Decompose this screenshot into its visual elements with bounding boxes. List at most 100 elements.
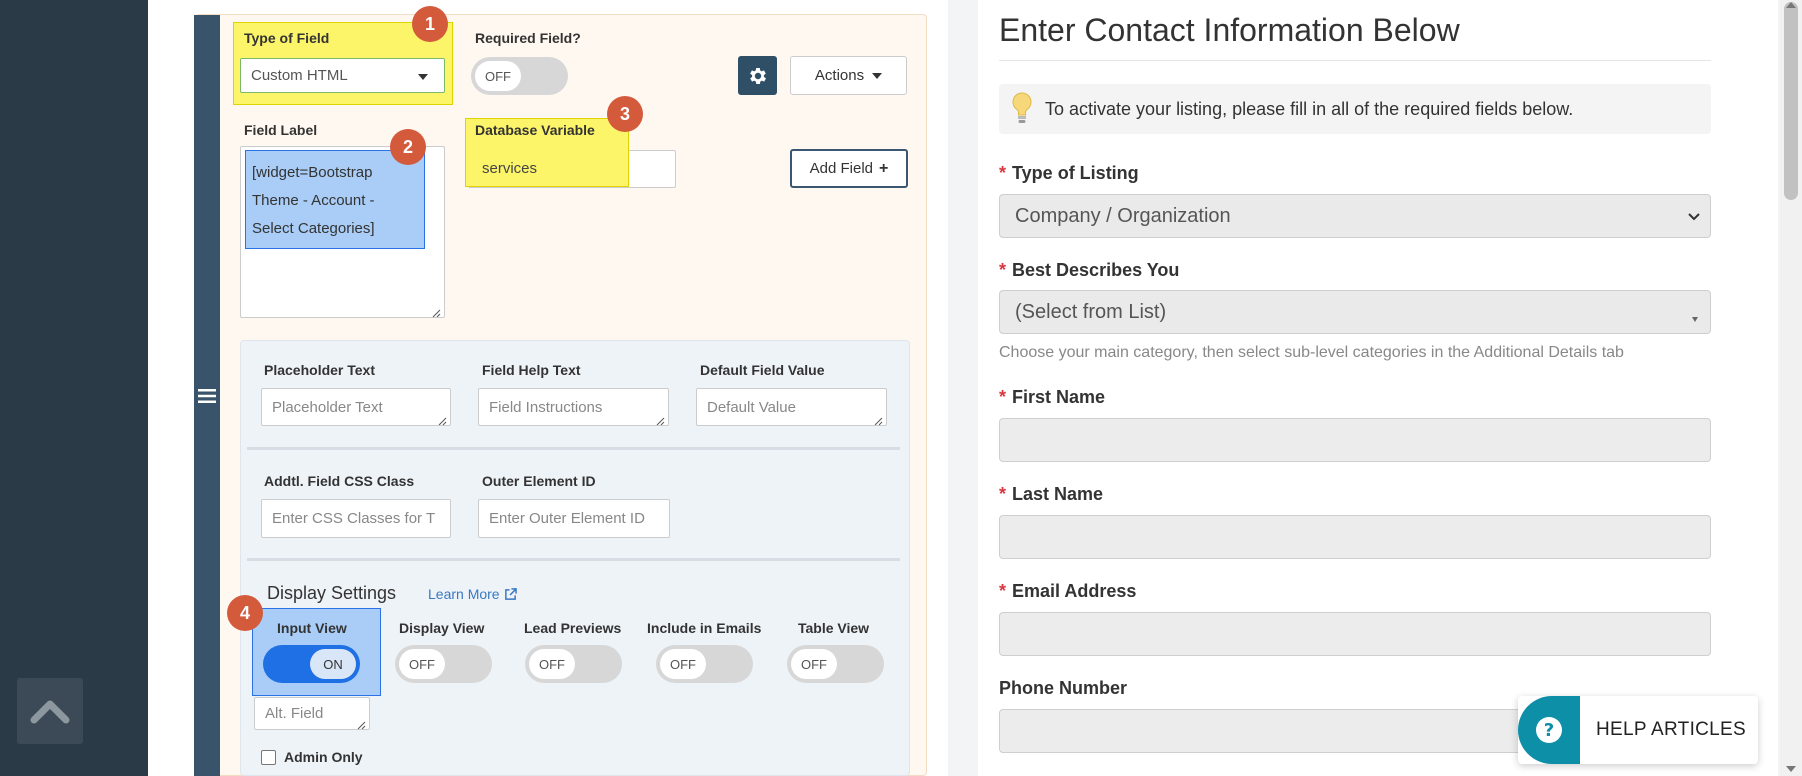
lightbulb-icon [1012,92,1032,123]
css-class-label: Addtl. Field CSS Class [264,473,415,489]
first-name-label: * First Name [999,387,1105,408]
scroll-up-arrow-icon[interactable] [1786,2,1796,8]
field-help-text-label: Field Help Text [482,362,581,378]
settings-divider [247,558,900,561]
placeholder-text-input[interactable]: Placeholder Text [261,388,451,426]
default-field-value-label: Default Field Value [700,362,825,378]
display-settings-title: Display Settings [267,583,397,603]
resize-handle-icon[interactable] [874,413,883,426]
outer-element-id-input[interactable]: Enter Outer Element ID [478,499,670,538]
help-articles-button[interactable]: ? HELP ARTICLES [1518,696,1758,764]
add-field-label: Add Field [809,160,874,177]
resize-handle-icon[interactable] [432,305,441,318]
scroll-down-arrow-icon[interactable] [1786,766,1796,772]
lead-previews-toggle[interactable]: OFF [525,645,622,683]
required-marker: * [999,260,1007,280]
last-name-input[interactable] [999,515,1711,559]
gear-icon [749,67,766,84]
type-of-listing-select[interactable]: Company / Organization [999,194,1711,238]
required-marker: * [999,581,1007,601]
best-describes-value: (Select from List) [1015,300,1167,323]
scrollbar-thumb[interactable] [1784,2,1798,200]
step-badge-3: 3 [607,96,643,132]
alt-field-input[interactable]: Alt. Field [254,697,370,730]
step-badge-1: 1 [412,6,448,42]
database-variable-label: Database Variable [475,122,595,138]
email-text: Email Address [1012,581,1137,601]
help-icon-container: ? [1518,696,1580,764]
type-of-listing-text: Type of Listing [1012,163,1139,183]
field-help-text-input[interactable]: Field Instructions [478,388,669,426]
input-view-state: ON [310,649,356,679]
settings-button[interactable] [738,56,777,95]
database-variable-value[interactable]: services [482,160,537,177]
field-label-value: [widget=Bootstrap Theme - Account - Sele… [245,150,425,249]
css-class-input[interactable]: Enter CSS Classes for T [261,499,451,538]
admin-only-label: Admin Only [284,749,363,765]
best-describes-select[interactable]: (Select from List) [999,290,1711,334]
drag-handle[interactable] [194,15,220,776]
title-divider [999,60,1711,61]
scroll-to-top-button[interactable] [17,678,83,744]
include-in-emails-toggle[interactable]: OFF [656,645,753,683]
caret-down-icon [872,72,883,79]
required-marker: * [999,387,1007,407]
settings-divider [247,447,900,450]
email-label: * Email Address [999,581,1136,602]
menu-icon [198,388,216,403]
actions-label: Actions [814,67,865,84]
plus-icon: + [879,159,889,177]
table-view-toggle[interactable]: OFF [787,645,884,683]
left-rail [0,0,148,776]
learn-more-text: Learn More [428,586,500,602]
type-of-listing-value: Company / Organization [1015,204,1231,227]
best-describes-text: Best Describes You [1012,260,1180,280]
required-field-toggle[interactable]: OFF [471,57,568,95]
outer-element-id-placeholder: Enter Outer Element ID [489,510,645,527]
type-of-field-select[interactable]: Custom HTML [240,58,445,93]
field-help-placeholder: Field Instructions [489,398,603,416]
table-view-label: Table View [798,620,870,636]
display-view-state: OFF [399,649,445,679]
phone-label: Phone Number [999,678,1128,698]
chevron-down-icon [1688,213,1700,221]
default-field-value-input[interactable]: Default Value [696,388,887,426]
field-label-text: [widget=Bootstrap Theme - Account - Sele… [252,164,375,237]
placeholder-text-label: Placeholder Text [264,362,376,378]
required-marker: * [999,163,1007,183]
default-value-placeholder: Default Value [707,398,796,416]
resize-handle-icon[interactable] [357,717,366,730]
help-glyph: ? [1544,720,1554,741]
last-name-text: Last Name [1012,484,1104,504]
lead-previews-label: Lead Previews [524,620,622,636]
first-name-text: First Name [1012,387,1106,407]
css-class-placeholder: Enter CSS Classes for T [272,510,436,527]
email-input[interactable] [999,612,1711,656]
resize-handle-icon[interactable] [438,413,447,426]
learn-more-link[interactable]: Learn More [428,586,517,602]
add-field-button[interactable]: Add Field + [790,149,908,188]
step-badge-4: 4 [227,595,263,631]
caret-down-icon [418,74,428,80]
external-link-icon [504,587,517,600]
input-view-toggle[interactable]: ON [263,645,360,683]
form-title: Enter Contact Information Below [999,12,1460,48]
required-field-label: Required Field? [475,30,581,46]
last-name-label: * Last Name [999,484,1103,505]
first-name-input[interactable] [999,418,1711,462]
actions-dropdown-button[interactable]: Actions [790,56,907,95]
admin-only-checkbox[interactable] [261,750,276,765]
placeholder-text-placeholder: Placeholder Text [272,398,383,416]
step-badge-2: 2 [390,129,426,165]
outer-element-id-label: Outer Element ID [482,473,596,489]
include-in-emails-label: Include in Emails [647,620,762,636]
display-view-label: Display View [399,620,485,636]
display-view-toggle[interactable]: OFF [395,645,492,683]
notice-text: To activate your listing, please fill in… [1045,98,1574,119]
field-label-label: Field Label [244,122,318,138]
type-of-listing-label: * Type of Listing [999,163,1139,184]
resize-handle-icon[interactable] [656,413,665,426]
table-view-state: OFF [791,649,837,679]
best-describes-label: * Best Describes You [999,260,1179,281]
help-articles-label: HELP ARTICLES [1596,719,1746,740]
